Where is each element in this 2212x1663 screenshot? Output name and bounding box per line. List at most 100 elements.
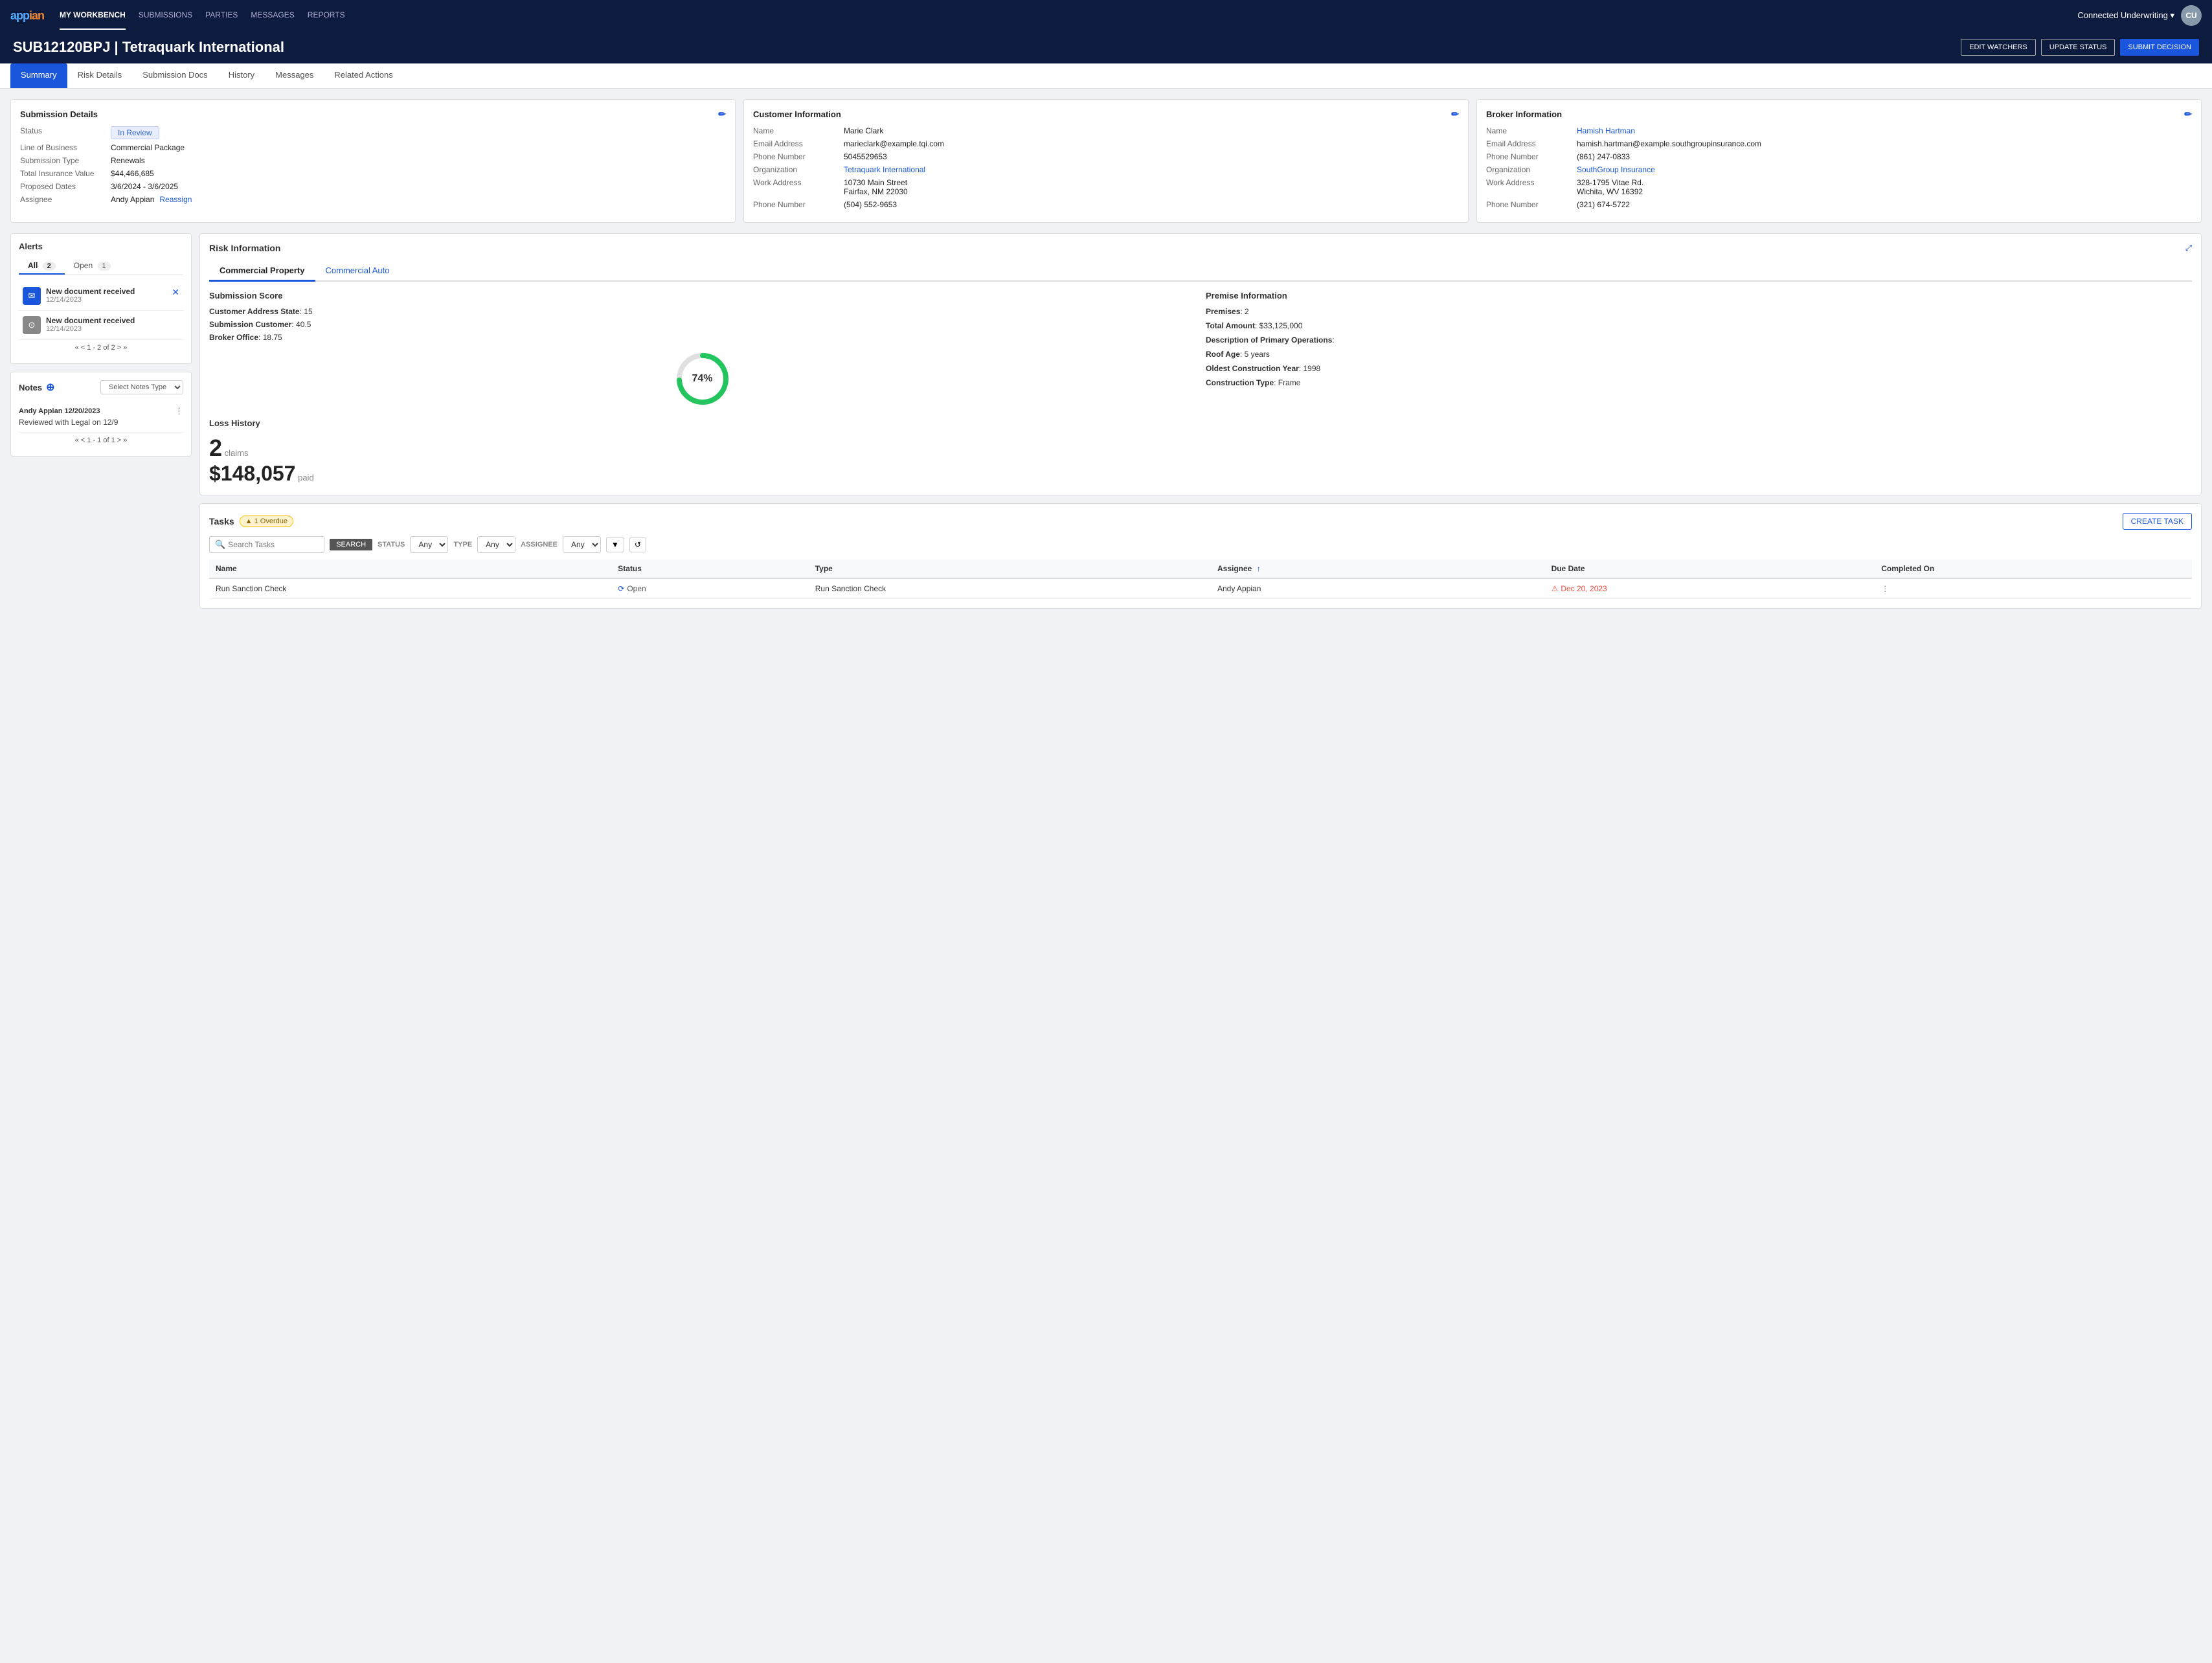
- tasks-title: Tasks: [209, 516, 234, 526]
- search-tasks-input[interactable]: [228, 540, 319, 549]
- nav-my-workbench[interactable]: MY WORKBENCH: [60, 1, 126, 30]
- assignee-filter-label: ASSIGNEE: [521, 541, 558, 549]
- loss-paid-row: $148,057 paid: [209, 462, 1195, 486]
- col-type: Type: [809, 560, 1211, 578]
- col-assignee: Assignee ↑: [1211, 560, 1483, 578]
- alert-close-1[interactable]: ✕: [172, 287, 179, 298]
- premises-value: 2: [1245, 307, 1249, 316]
- connected-underwriting-label[interactable]: Connected Underwriting ▾: [2077, 10, 2174, 21]
- customer-info-edit-icon[interactable]: ✏: [1451, 109, 1459, 120]
- broker-email-value: hamish.hartman@example.southgroupinsuran…: [1577, 139, 1761, 148]
- filter-icon-button[interactable]: ▼: [606, 537, 624, 552]
- tab-history[interactable]: History: [218, 63, 265, 88]
- expand-icon[interactable]: ⤢: [2185, 243, 2192, 253]
- tab-risk-details[interactable]: Risk Details: [67, 63, 133, 88]
- broker-address-label: Work Address: [1486, 178, 1577, 196]
- alert-date-2: 12/14/2023: [46, 325, 179, 333]
- edit-watchers-button[interactable]: EDIT WATCHERS: [1961, 39, 2036, 56]
- broker-phone2-value: (321) 674-5722: [1577, 200, 1630, 209]
- customer-info-card: Customer Information ✏ Name Marie Clark …: [743, 99, 1469, 223]
- cust-org-value[interactable]: Tetraquark International: [844, 165, 925, 174]
- premise-row-1: Premises: 2: [1206, 307, 2192, 316]
- assignee-sort-icon[interactable]: ↑: [1257, 564, 1261, 573]
- score-value-3: 18.75: [263, 333, 282, 342]
- alert-tabs: All 2 Open 1: [19, 258, 183, 275]
- broker-email-row: Email Address hamish.hartman@example.sou…: [1486, 139, 2192, 148]
- broker-name-value[interactable]: Hamish Hartman: [1577, 126, 1635, 135]
- task-completed: ⋮: [1875, 578, 2192, 599]
- status-text: Open: [627, 584, 646, 593]
- tab-related-actions[interactable]: Related Actions: [324, 63, 403, 88]
- right-column: Risk Information ⤢ Commercial Property C…: [199, 233, 2202, 609]
- line-of-business-row: Line of Business Commercial Package: [20, 143, 726, 152]
- col-due-date: Due Date: [1545, 560, 1875, 578]
- note-menu-icon[interactable]: ⋮: [175, 406, 183, 416]
- nav-reports[interactable]: REPORTS: [308, 1, 345, 30]
- broker-org-row: Organization SouthGroup Insurance: [1486, 165, 2192, 174]
- loss-title: Loss History: [209, 418, 1195, 428]
- premise-row-4: Roof Age: 5 years: [1206, 350, 2192, 359]
- add-note-icon[interactable]: ⊕: [46, 381, 54, 394]
- risk-tab-commercial-auto[interactable]: Commercial Auto: [315, 261, 400, 282]
- reassign-link[interactable]: Reassign: [159, 195, 192, 204]
- status-filter-label: STATUS: [378, 541, 405, 549]
- tab-submission-docs[interactable]: Submission Docs: [132, 63, 218, 88]
- ins-val-label: Total Insurance Value: [20, 169, 111, 178]
- refresh-icon-button[interactable]: ↺: [629, 537, 646, 552]
- construction-type-value: Frame: [1278, 378, 1301, 387]
- nav-submissions[interactable]: SUBMISSIONS: [139, 1, 192, 30]
- notes-type-select[interactable]: Select Notes Type: [100, 380, 183, 394]
- alert-tab-all[interactable]: All 2: [19, 258, 65, 275]
- alert-text-1: New document received 12/14/2023: [46, 287, 166, 304]
- notes-header: Notes ⊕ Select Notes Type: [19, 380, 183, 394]
- broker-org-value[interactable]: SouthGroup Insurance: [1577, 165, 1655, 174]
- score-row-1: Customer Address State: 15: [209, 307, 1195, 316]
- status-row: Status In Review: [20, 126, 726, 139]
- submission-details-edit-icon[interactable]: ✏: [718, 109, 726, 120]
- task-row-menu-icon[interactable]: ⋮: [1881, 584, 1889, 593]
- risk-tab-commercial-property[interactable]: Commercial Property: [209, 261, 315, 282]
- cust-phone-row: Phone Number 5045529653: [753, 152, 1459, 161]
- alert-tab-open[interactable]: Open 1: [65, 258, 120, 275]
- tab-summary[interactable]: Summary: [10, 63, 67, 88]
- status-filter-select[interactable]: Any: [410, 536, 448, 553]
- score-title: Submission Score: [209, 291, 1195, 300]
- broker-address-row: Work Address 328-1795 Vitae Rd.Wichita, …: [1486, 178, 2192, 196]
- broker-info-edit-icon[interactable]: ✏: [2184, 109, 2192, 120]
- tasks-title-row: Tasks ▲ 1 Overdue: [209, 515, 293, 527]
- cust-name-row: Name Marie Clark: [753, 126, 1459, 135]
- envelope-icon: ✉: [23, 287, 41, 305]
- type-filter-select[interactable]: Any: [477, 536, 515, 553]
- nav-links: MY WORKBENCH SUBMISSIONS PARTIES MESSAGE…: [60, 1, 2077, 30]
- tab-messages[interactable]: Messages: [265, 63, 324, 88]
- warning-icon: ⚠: [1552, 584, 1559, 593]
- score-label-3: Broker Office: [209, 333, 258, 342]
- inbox-icon: ⊙: [23, 316, 41, 334]
- tasks-card: Tasks ▲ 1 Overdue CREATE TASK 🔍 SEARCH S…: [199, 503, 2202, 609]
- spin-icon: ⟳: [618, 584, 624, 593]
- create-task-button[interactable]: CREATE TASK: [2123, 513, 2192, 530]
- assignee-filter-select[interactable]: Any: [563, 536, 601, 553]
- update-status-button[interactable]: UPDATE STATUS: [2041, 39, 2116, 56]
- broker-info-card: Broker Information ✏ Name Hamish Hartman…: [1476, 99, 2202, 223]
- nav-messages[interactable]: MESSAGES: [251, 1, 294, 30]
- table-row: Run Sanction Check ⟳ Open Run Sanction C…: [209, 578, 2192, 599]
- premise-section: Premise Information Premises: 2 Total Am…: [1206, 291, 2192, 486]
- left-column: Alerts All 2 Open 1 ✉ New document recei…: [10, 233, 192, 609]
- cust-name-value: Marie Clark: [844, 126, 883, 135]
- nav-parties[interactable]: PARTIES: [205, 1, 238, 30]
- roof-age-value: 5 years: [1245, 350, 1270, 359]
- submit-decision-button[interactable]: SUBMIT DECISION: [2120, 39, 2199, 56]
- donut-container: 74%: [209, 350, 1195, 408]
- tasks-table: Name Status Type Assignee ↑ Due Date Com…: [209, 560, 2192, 599]
- alert-date-1: 12/14/2023: [46, 296, 166, 304]
- cust-org-label: Organization: [753, 165, 844, 174]
- alerts-title: Alerts: [19, 242, 183, 251]
- cards-row: Submission Details ✏ Status In Review Li…: [10, 99, 2202, 223]
- premise-row-5: Oldest Construction Year: 1998: [1206, 364, 2192, 373]
- alert-all-badge: 2: [43, 262, 56, 271]
- search-button[interactable]: SEARCH: [330, 539, 372, 550]
- score-value-1: 15: [304, 307, 312, 316]
- avatar[interactable]: CU: [2181, 5, 2202, 26]
- premise-title: Premise Information: [1206, 291, 2192, 300]
